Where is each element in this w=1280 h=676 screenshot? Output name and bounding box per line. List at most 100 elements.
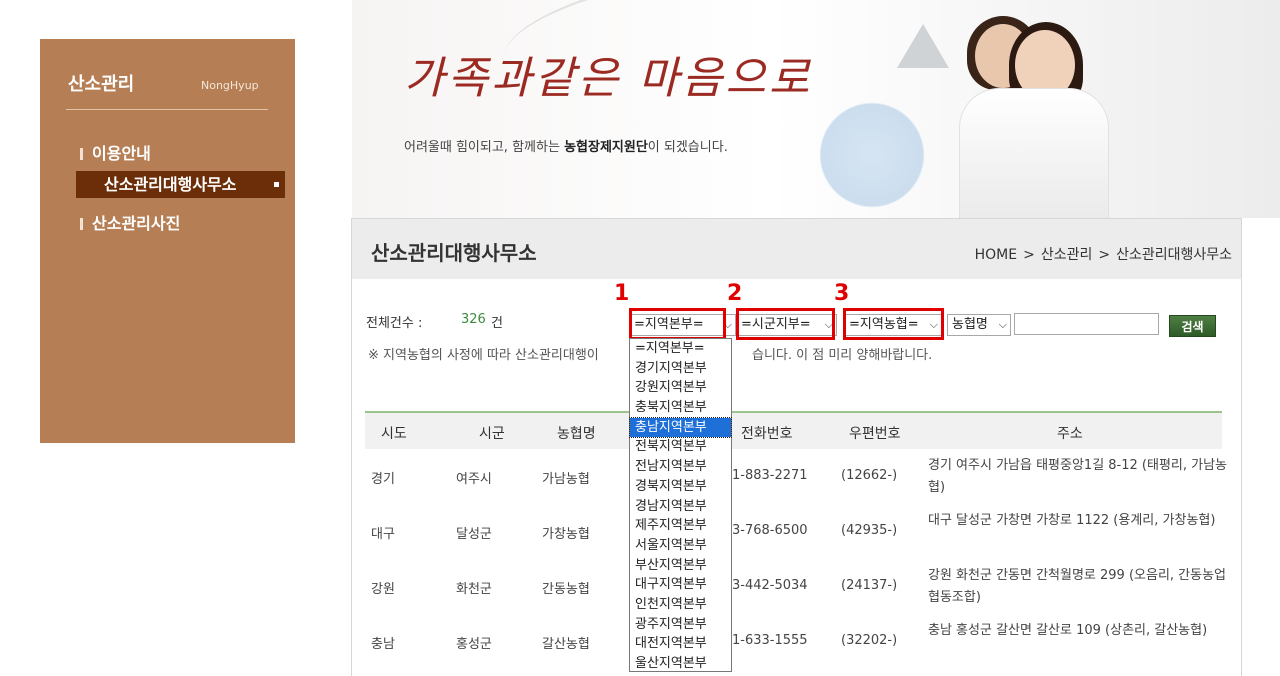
sidebar-item-label: 이용안내 [92, 144, 151, 163]
table-header: 시도 시군 농협명 전화번호 우편번호 주소 [365, 411, 1222, 449]
chevron-down-icon: ⌵ [998, 318, 1007, 331]
breadcrumb-home[interactable]: HOME [975, 247, 1017, 263]
cell-zip: (24137-) [841, 578, 898, 593]
total-count-label: 전체건수 : [366, 316, 423, 331]
dropdown-option[interactable]: 경남지역본부 [630, 497, 731, 517]
sidebar-item-office[interactable]: 산소관리대행사무소 [76, 171, 285, 198]
cell-nh[interactable]: 가창농협 [542, 523, 590, 542]
circle-decoration [812, 95, 932, 215]
header-zip: 우편번호 [849, 426, 901, 442]
dropdown-option[interactable]: 제주지역본부 [630, 516, 731, 536]
region-dropdown-list[interactable]: =지역본부= 경기지역본부 강원지역본부 충북지역본부 충남지역본부 전북지역본부 전남지역… [629, 338, 732, 672]
page-title: 산소관리대행사무소 [371, 241, 537, 265]
dropdown-option[interactable]: 인천지역본부 [630, 595, 731, 615]
sidebar-item-label: 산소관리사진 [92, 214, 181, 233]
sidebar: 산소관리 NongHyup 이용안내 산소관리대행사무소 산소관리사진 [40, 39, 295, 443]
sidebar-item-photos[interactable]: 산소관리사진 [80, 210, 180, 234]
cell-tel: 1-883-2271 [732, 468, 808, 483]
content-header: 산소관리대행사무소 HOME > 산소관리 > 산소관리대행사무소 [352, 219, 1241, 279]
sidebar-divider [66, 109, 268, 110]
header-addr: 주소 [1057, 426, 1083, 442]
cell-zip: (42935-) [841, 523, 898, 538]
banner-subline-bold: 농협장제지원단 [564, 140, 648, 155]
cell-sigun: 달성군 [456, 527, 492, 542]
annotation-number: 3 [834, 281, 850, 306]
dropdown-option[interactable]: 경북지역본부 [630, 477, 731, 497]
cell-sido: 경기 [371, 472, 395, 487]
dropdown-option[interactable]: =지역본부= [630, 339, 731, 359]
sidebar-subtitle: NongHyup [201, 79, 259, 92]
cell-nh[interactable]: 간동농협 [542, 578, 590, 597]
search-input[interactable] [1014, 313, 1159, 335]
cell-addr: 강원 화천군 간동면 간척월명로 299 (오음리, 간동농업협동조합) [928, 568, 1227, 605]
dropdown-option[interactable]: 충북지역본부 [630, 398, 731, 418]
breadcrumb-sep: > [1098, 247, 1111, 263]
mother-daughter-photo [957, 16, 1117, 218]
active-square-icon [274, 182, 279, 187]
breadcrumb-sep: > [1023, 247, 1035, 263]
dropdown-option[interactable]: 경기지역본부 [630, 359, 731, 379]
annotation-box-city [736, 308, 835, 340]
content-panel: 산소관리대행사무소 HOME > 산소관리 > 산소관리대행사무소 전체건수 : 326… [351, 218, 1242, 676]
breadcrumb: HOME > 산소관리 > 산소관리대행사무소 [972, 244, 1235, 264]
notice-text-tail: 습니다. 이 점 미리 양해바랍니다. [752, 348, 933, 363]
name-select-value: 농협명 [952, 317, 988, 332]
dropdown-option[interactable]: 광주지역본부 [630, 615, 731, 635]
dropdown-option[interactable]: 전북지역본부 [630, 437, 731, 457]
dropdown-option[interactable]: 충남지역본부 [629, 416, 732, 439]
table-row: 대구 달성군 가창농협 3-768-6500 (42935-) 대구 달성군 가… [365, 504, 1222, 559]
cell-tel: 3-768-6500 [732, 523, 808, 538]
cell-zip: (32202-) [841, 633, 898, 648]
banner: 가족과같은 마음으로 어려울때 힘이되고, 함께하는 농협장제지원단이 되겠습니… [352, 0, 1280, 218]
annotation-box-branch [843, 308, 944, 340]
cell-sigun: 홍성군 [456, 637, 492, 652]
cell-nh[interactable]: 가남농협 [542, 468, 590, 487]
breadcrumb-item[interactable]: 산소관리 [1041, 247, 1093, 263]
header-sido: 시도 [381, 426, 407, 442]
dropdown-option[interactable]: 강원지역본부 [630, 378, 731, 398]
table-row: 충남 홍성군 갈산농협 1-633-1555 (32202-) 충남 홍성군 갈… [365, 614, 1222, 669]
dropdown-option[interactable]: 부산지역본부 [630, 556, 731, 576]
cell-addr: 충남 홍성군 갈산면 갈산로 109 (상촌리, 갈산농협) [928, 623, 1208, 638]
name-select[interactable]: 농협명 ⌵ [947, 314, 1011, 336]
cell-tel: 3-442-5034 [732, 578, 808, 593]
dropdown-option[interactable]: 대구지역본부 [630, 575, 731, 595]
banner-subline-post: 이 되겠습니다. [647, 140, 728, 155]
cell-sido: 충남 [371, 637, 395, 652]
annotation-box-region [629, 308, 726, 340]
sidebar-title: 산소관리 [68, 74, 135, 95]
cell-sigun: 화천군 [456, 582, 492, 597]
cell-sigun: 여주시 [456, 472, 492, 487]
office-table: 시도 시군 농협명 전화번호 우편번호 주소 경기 여주시 가남농협 1-883… [365, 411, 1227, 669]
dropdown-option[interactable]: 서울지역본부 [630, 536, 731, 556]
notice-text: ※ 지역농협의 사정에 따라 산소관리대행이 습니다. 이 점 미리 양해바랍니… [368, 344, 932, 363]
table-row: 경기 여주시 가남농협 1-883-2271 (12662-) 경기 여주시 가… [365, 449, 1227, 504]
header-tel: 전화번호 [741, 426, 793, 442]
cell-addr: 경기 여주시 가남읍 태평중앙1길 8-12 (태평리, 가남농협) [928, 458, 1228, 495]
bullet-icon [80, 218, 83, 230]
banner-headline: 가족과같은 마음으로 [404, 53, 813, 104]
cell-sido: 대구 [371, 527, 395, 542]
annotation-number: 1 [614, 281, 630, 306]
dropdown-option[interactable]: 전남지역본부 [630, 457, 731, 477]
sidebar-item-usage-guide[interactable]: 이용안내 [80, 140, 151, 164]
total-count-unit: 건 [491, 316, 503, 331]
dropdown-option[interactable]: 대전지역본부 [630, 634, 731, 654]
breadcrumb-current: 산소관리대행사무소 [1116, 247, 1232, 263]
banner-subline-pre: 어려울때 힘이되고, 함께하는 [404, 140, 565, 155]
header-nh: 농협명 [557, 426, 596, 442]
notice-text-head: ※ 지역농협의 사정에 따라 산소관리대행이 [368, 348, 599, 363]
dropdown-option[interactable]: 울산지역본부 [630, 654, 731, 674]
search-button[interactable]: 검색 [1169, 315, 1216, 337]
cell-nh[interactable]: 갈산농협 [542, 633, 590, 652]
header-sigun: 시군 [479, 426, 505, 442]
annotation-number: 2 [727, 281, 743, 306]
banner-subline: 어려울때 힘이되고, 함께하는 농협장제지원단이 되겠습니다. [404, 136, 728, 155]
bullet-icon [80, 148, 83, 160]
sidebar-item-label: 산소관리대행사무소 [104, 175, 237, 194]
triangle-decoration [897, 24, 949, 68]
table-row: 강원 화천군 간동농협 3-442-5034 (24137-) 강원 화천군 간… [365, 559, 1226, 614]
cell-zip: (12662-) [841, 468, 898, 483]
cell-tel: 1-633-1555 [732, 633, 808, 648]
cell-addr: 대구 달성군 가창면 가창로 1122 (용계리, 가창농협) [928, 513, 1216, 528]
